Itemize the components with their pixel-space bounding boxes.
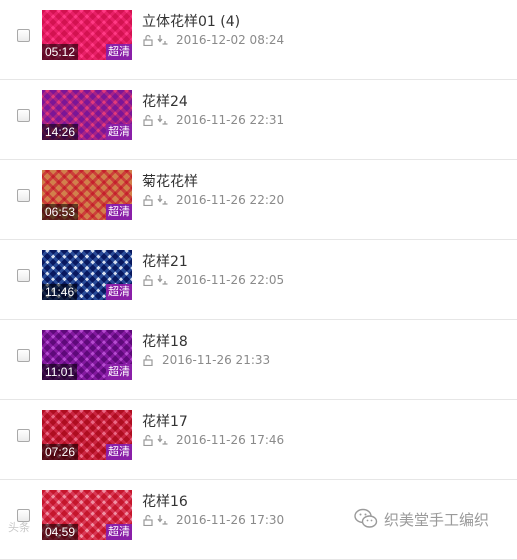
download-icon (157, 115, 168, 125)
quality-badge: 超清 (106, 204, 132, 220)
unlock-icon (143, 354, 153, 366)
video-row[interactable]: 14:26 超清 花样24 2016-11-26 22:31 (0, 80, 517, 160)
video-meta: 2016-11-26 22:05 (142, 273, 284, 287)
video-duration: 14:26 (42, 124, 79, 140)
video-duration: 07:26 (42, 444, 79, 460)
video-title[interactable]: 花样21 (142, 251, 188, 271)
quality-badge: 超清 (106, 444, 132, 460)
video-select-checkbox[interactable] (17, 429, 30, 442)
watermark-text: 织美堂手工编织 (384, 510, 490, 529)
unlock-icon (143, 274, 153, 286)
download-icon (157, 195, 168, 205)
quality-badge: 超清 (106, 124, 132, 140)
video-title[interactable]: 花样16 (142, 491, 188, 511)
video-duration: 11:01 (42, 364, 78, 380)
video-thumbnail[interactable]: 05:12 超清 (42, 10, 132, 60)
video-row[interactable]: 07:26 超清 花样17 2016-11-26 17:46 (0, 400, 517, 480)
download-icon (157, 435, 168, 445)
corner-watermark: 头条 (8, 521, 30, 534)
video-meta: 2016-11-26 22:31 (142, 113, 284, 127)
wechat-icon (354, 508, 378, 528)
unlock-icon (143, 514, 153, 526)
upload-date: 2016-11-26 17:46 (176, 433, 285, 447)
video-row[interactable]: 05:12 超清 立体花样01 (4) 2016-12-02 08:24 (0, 0, 517, 80)
video-select-checkbox[interactable] (17, 109, 30, 122)
video-meta: 2016-11-26 22:20 (142, 193, 284, 207)
video-row[interactable]: 11:01 超清 花样18 2016-11-26 21:33 (0, 320, 517, 400)
unlock-icon (143, 194, 153, 206)
video-select-checkbox[interactable] (17, 29, 30, 42)
video-select-checkbox[interactable] (17, 189, 30, 202)
video-title[interactable]: 菊花花样 (142, 171, 198, 191)
quality-badge: 超清 (106, 364, 132, 380)
unlock-icon (143, 114, 153, 126)
video-meta: 2016-11-26 17:30 (142, 513, 284, 527)
video-row[interactable]: 11:46 超清 花样21 2016-11-26 22:05 (0, 240, 517, 320)
video-title[interactable]: 花样17 (142, 411, 188, 431)
video-list: 05:12 超清 立体花样01 (4) 2016-12-02 08:24 14:26 超清… (0, 0, 517, 560)
download-icon (157, 275, 168, 285)
video-row[interactable]: 06:53 超清 菊花花样 2016-11-26 22:20 (0, 160, 517, 240)
quality-badge: 超清 (106, 284, 132, 300)
video-thumbnail[interactable]: 04:59 超清 (42, 490, 132, 540)
unlock-icon (143, 34, 153, 46)
video-select-checkbox[interactable] (17, 349, 30, 362)
video-duration: 11:46 (42, 284, 78, 300)
upload-date: 2016-11-26 21:33 (162, 353, 271, 367)
quality-badge: 超清 (106, 524, 132, 540)
video-select-checkbox[interactable] (17, 269, 30, 282)
video-duration: 05:12 (42, 44, 79, 60)
video-title[interactable]: 立体花样01 (4) (142, 11, 240, 31)
download-icon (157, 35, 168, 45)
video-duration: 06:53 (42, 204, 79, 220)
video-meta: 2016-11-26 21:33 (142, 353, 270, 367)
upload-date: 2016-11-26 22:31 (176, 113, 285, 127)
video-thumbnail[interactable]: 07:26 超清 (42, 410, 132, 460)
quality-badge: 超清 (106, 44, 132, 60)
upload-date: 2016-11-26 22:20 (176, 193, 285, 207)
unlock-icon (143, 434, 153, 446)
video-thumbnail[interactable]: 11:01 超清 (42, 330, 132, 380)
video-meta: 2016-12-02 08:24 (142, 33, 284, 47)
download-icon (157, 515, 168, 525)
upload-date: 2016-11-26 22:05 (176, 273, 285, 287)
video-title[interactable]: 花样18 (142, 331, 188, 351)
video-meta: 2016-11-26 17:46 (142, 433, 284, 447)
video-thumbnail[interactable]: 06:53 超清 (42, 170, 132, 220)
video-title[interactable]: 花样24 (142, 91, 188, 111)
watermark: 织美堂手工编织 (354, 508, 489, 530)
video-thumbnail[interactable]: 11:46 超清 (42, 250, 132, 300)
upload-date: 2016-12-02 08:24 (176, 33, 285, 47)
video-thumbnail[interactable]: 14:26 超清 (42, 90, 132, 140)
video-duration: 04:59 (42, 524, 79, 540)
upload-date: 2016-11-26 17:30 (176, 513, 285, 527)
